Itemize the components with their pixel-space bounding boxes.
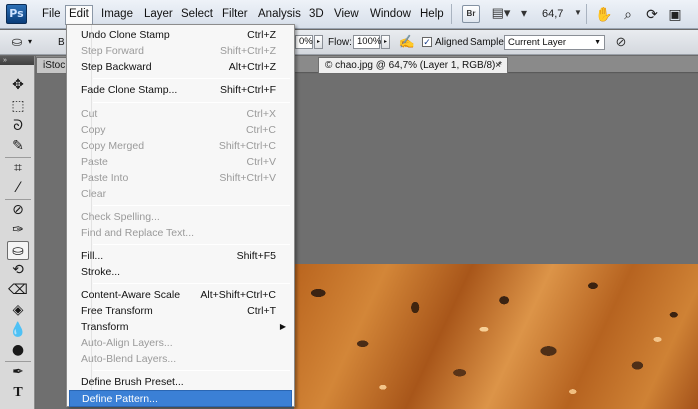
sample-select[interactable]: Current Layer ▼	[504, 35, 605, 50]
separator	[5, 199, 31, 200]
menu-item-auto-blend-layers: Auto-Blend Layers...	[81, 353, 177, 365]
menu-separator	[93, 244, 290, 245]
menu-item-define-brush-preset[interactable]: Define Brush Preset...	[69, 374, 292, 390]
eyedropper-tool-icon[interactable]: ⁄	[7, 179, 29, 198]
chevron-down-icon: ▼	[594, 39, 601, 46]
menu-item-paste-into: Paste Into Shift+Ctrl+V	[81, 172, 276, 184]
eraser-tool-icon[interactable]: ⌫	[7, 281, 29, 300]
menu-separator	[93, 205, 290, 206]
screen-mode-icon[interactable]: ▣	[666, 5, 684, 23]
menu-file[interactable]: File	[38, 6, 65, 23]
tools-panel-header[interactable]: »	[0, 56, 34, 65]
opacity-field[interactable]: 0%	[295, 35, 313, 49]
menu-edit[interactable]: Edit	[65, 5, 93, 25]
bridge-button[interactable]: Br	[462, 5, 480, 23]
ignore-adjustment-layers-icon[interactable]: ⊘	[612, 34, 630, 50]
hand-tool-icon[interactable]: ✋	[595, 5, 613, 23]
history-brush-tool-icon[interactable]: ⟲	[7, 261, 29, 280]
flow-arrow-icon[interactable]: ▸	[381, 35, 390, 49]
menu-filter[interactable]: Filter	[218, 6, 252, 23]
chevron-down-icon[interactable]: ▼	[573, 5, 583, 23]
menu-item-copy-merged: Copy Merged Shift+Ctrl+C	[81, 140, 276, 152]
document-image[interactable]	[294, 264, 698, 409]
separator	[586, 4, 587, 24]
zoom-tool-icon[interactable]: ⌕	[619, 5, 637, 23]
menu-item-fade-clone-stamp[interactable]: Fade Clone Stamp... Shift+Ctrl+F	[69, 82, 292, 98]
flow-label: Flow:	[328, 37, 352, 48]
healing-brush-tool-icon[interactable]: ⊘	[7, 201, 29, 220]
close-icon[interactable]: ×	[495, 58, 501, 73]
menu-item-fill[interactable]: Fill... Shift+F5	[69, 248, 292, 264]
tab-chao-jpg[interactable]: © chao.jpg @ 64,7% (Layer 1, RGB/8) * ×	[318, 57, 508, 73]
clone-stamp-tool-icon[interactable]: ⛀	[7, 241, 29, 260]
menu-help[interactable]: Help	[416, 6, 448, 23]
menu-select[interactable]: Select	[177, 6, 217, 23]
menu-window[interactable]: Window	[366, 6, 415, 23]
menu-view[interactable]: View	[330, 6, 363, 23]
tools-panel: » ✥ ⬚ ᘐ ✎ ⌗ ⁄ ⊘ ✑ ⛀ ⟲ ⌫ ◈ 💧 ● ✒ T	[0, 56, 35, 409]
menu-item-cut: Cut Ctrl+X	[81, 108, 276, 120]
menu-item-find-and-replace-text: Find and Replace Text...	[81, 227, 195, 239]
type-tool-icon[interactable]: T	[7, 383, 29, 402]
collapse-icon[interactable]: »	[0, 56, 34, 65]
submenu-arrow-icon: ▶	[279, 322, 286, 331]
menu-analysis[interactable]: Analysis	[254, 6, 305, 23]
crop-tool-icon[interactable]: ⌗	[7, 159, 29, 178]
separator	[5, 157, 31, 158]
menu-item-define-pattern[interactable]: Define Pattern...	[69, 390, 292, 407]
menu-item-clear: Clear	[81, 188, 107, 200]
menu-item-undo-clone-stamp[interactable]: Undo Clone Stamp Ctrl+Z	[69, 27, 292, 43]
mini-bridge-icon[interactable]: ▤▾	[486, 5, 516, 23]
zoom-level[interactable]: 64,7	[542, 8, 563, 20]
menu-item-step-forward: Step Forward Shift+Ctrl+Z	[81, 45, 276, 57]
menu-3d[interactable]: 3D	[305, 6, 328, 23]
menu-image[interactable]: Image	[97, 6, 137, 23]
menu-separator	[93, 370, 290, 371]
sample-value: Current Layer	[508, 37, 567, 48]
arrange-documents-icon[interactable]: ▾	[517, 5, 531, 23]
pen-tool-icon[interactable]: ✒	[7, 363, 29, 382]
brush-label: B	[58, 37, 65, 48]
lasso-tool-icon[interactable]: ᘐ	[7, 117, 29, 136]
menu-separator	[93, 78, 290, 79]
menu-item-free-transform[interactable]: Free Transform Ctrl+T	[69, 303, 292, 319]
menu-item-paste: Paste Ctrl+V	[81, 156, 276, 168]
tab-label: iStoc	[43, 60, 66, 71]
photoshop-logo-icon[interactable]: Ps	[6, 4, 27, 24]
preset-arrow-icon[interactable]: ▾	[28, 37, 32, 46]
menu-separator	[93, 283, 290, 284]
menu-item-content-aware-scale[interactable]: Content-Aware Scale Alt+Shift+Ctrl+C	[69, 287, 292, 303]
move-tool-icon[interactable]: ✥	[7, 76, 29, 95]
menu-item-copy: Copy Ctrl+C	[81, 124, 276, 136]
sample-label: Sample:	[470, 37, 507, 48]
menu-item-auto-align-layers: Auto-Align Layers...	[81, 337, 173, 349]
clone-stamp-preset-icon[interactable]: ⛀	[8, 34, 26, 50]
aligned-checkbox[interactable]: ✓	[422, 37, 432, 47]
aligned-label: Aligned	[435, 37, 469, 48]
menu-layer[interactable]: Layer	[140, 6, 177, 23]
tab-label: © chao.jpg @ 64,7% (Layer 1, RGB/8) *	[325, 60, 503, 71]
separator	[5, 361, 31, 362]
quick-selection-tool-icon[interactable]: ✎	[7, 137, 29, 156]
rotate-view-icon[interactable]: ⟳	[643, 5, 661, 23]
opacity-arrow-icon[interactable]: ▸	[314, 35, 323, 49]
menu-item-transform[interactable]: Transform ▶	[69, 319, 292, 335]
menu-item-stroke[interactable]: Stroke...	[69, 264, 292, 280]
marquee-tool-icon[interactable]: ⬚	[7, 97, 29, 116]
tab-istock[interactable]: iStoc	[36, 57, 70, 73]
menu-item-check-spelling: Check Spelling...	[81, 211, 160, 223]
separator	[451, 4, 452, 24]
paint-bucket-tool-icon[interactable]: ◈	[7, 301, 29, 320]
brush-tool-icon[interactable]: ✑	[7, 221, 29, 240]
menu-separator	[93, 102, 290, 103]
edit-menu-dropdown: Undo Clone Stamp Ctrl+Z Step Forward Shi…	[66, 24, 295, 407]
airbrush-icon[interactable]: ✍	[398, 34, 416, 50]
flow-field[interactable]: 100%	[353, 35, 381, 49]
blur-tool-icon[interactable]: 💧	[7, 321, 29, 340]
dodge-tool-icon[interactable]: ●	[7, 341, 29, 360]
menu-item-step-backward[interactable]: Step Backward Alt+Ctrl+Z	[69, 59, 292, 75]
